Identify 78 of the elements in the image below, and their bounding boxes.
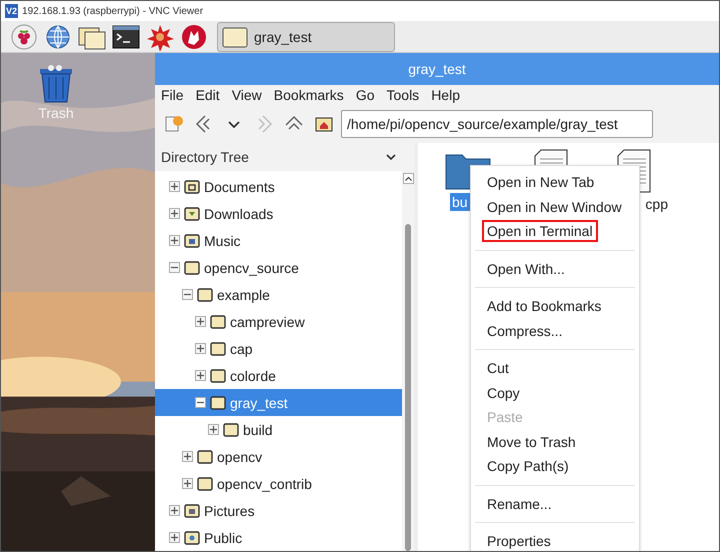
menu-item[interactable]: Cut xyxy=(482,357,514,380)
menu-item[interactable]: Go xyxy=(356,87,374,103)
folder-icon xyxy=(210,314,226,328)
chevron-icon[interactable] xyxy=(386,154,396,160)
tree-item[interactable]: opencv_contrib xyxy=(155,470,402,497)
scroll-up-icon[interactable] xyxy=(402,173,414,184)
tree-item[interactable]: opencv xyxy=(155,443,402,470)
expand-icon[interactable] xyxy=(169,208,180,219)
tree-item[interactable]: build xyxy=(155,416,402,443)
menu-item[interactable]: Compress... xyxy=(482,320,568,342)
folder-icon xyxy=(197,450,213,464)
folder-icon xyxy=(197,288,213,302)
folder-icon xyxy=(184,260,200,274)
burst-icon[interactable] xyxy=(145,22,175,50)
menu-item[interactable]: Open in New Window xyxy=(482,196,627,218)
download-folder-icon xyxy=(184,206,200,220)
taskbar-button[interactable]: gray_test xyxy=(217,22,395,52)
menu-item[interactable]: Open in New Tab xyxy=(482,171,600,194)
tree-item[interactable]: example xyxy=(155,281,402,308)
collapse-icon[interactable] xyxy=(182,289,193,300)
folder-icon xyxy=(184,504,200,518)
terminal-icon[interactable] xyxy=(111,22,141,50)
tree-item[interactable]: cap xyxy=(155,335,402,362)
tree-item[interactable]: Documents xyxy=(155,173,402,200)
folder-icon xyxy=(184,530,200,544)
menu-item[interactable]: Rename... xyxy=(482,492,557,515)
expand-icon[interactable] xyxy=(182,451,193,462)
expand-icon[interactable] xyxy=(182,478,193,489)
trash-icon xyxy=(37,65,75,103)
expand-icon[interactable] xyxy=(195,343,206,354)
menu-item[interactable]: Copy Path(s) xyxy=(482,455,574,478)
menu-item[interactable]: Add to Bookmarks xyxy=(482,295,606,318)
app-logo: V2 xyxy=(5,4,18,18)
window-title: gray_test xyxy=(155,53,719,85)
menu-item[interactable]: Copy xyxy=(482,382,525,404)
folder-icon xyxy=(210,342,226,356)
expand-icon[interactable] xyxy=(169,532,180,543)
raspberry-icon[interactable] xyxy=(9,22,39,50)
file-name[interactable]: bu xyxy=(450,193,470,211)
tree-item[interactable]: Public xyxy=(155,524,402,551)
menu-item[interactable]: Tools xyxy=(386,87,420,103)
tree-item[interactable]: gray_test xyxy=(155,389,402,416)
file-name[interactable]: cpp xyxy=(643,195,670,213)
scrollbar-thumb[interactable] xyxy=(405,224,411,551)
sidebar-title: Directory Tree xyxy=(161,149,249,165)
folder-icon xyxy=(197,476,213,490)
wolf-icon[interactable] xyxy=(179,22,209,50)
menu-item[interactable]: Bookmarks xyxy=(274,87,344,103)
collapse-icon[interactable] xyxy=(169,262,180,273)
tree-item[interactable]: Music xyxy=(155,227,402,254)
menu-item[interactable]: Properties xyxy=(482,530,556,551)
collapse-icon[interactable] xyxy=(195,397,206,408)
folder-icon xyxy=(184,180,200,194)
window-title: 192.168.1.93 (raspberrypi) - VNC Viewer xyxy=(22,6,204,16)
path-field[interactable]: /home/pi/opencv_source/example/gray_test xyxy=(341,110,653,138)
expand-icon[interactable] xyxy=(169,235,180,246)
menu-item[interactable]: Open With... xyxy=(482,258,570,280)
menu-item[interactable]: Open in Terminal xyxy=(482,220,598,242)
menu-item[interactable]: Edit xyxy=(196,87,220,103)
music-folder-icon xyxy=(184,234,200,248)
tree-item[interactable]: opencv_source xyxy=(155,254,402,281)
folder-icon xyxy=(223,422,239,436)
menu-item[interactable]: View xyxy=(232,87,262,103)
folder-icon xyxy=(222,26,248,48)
tree-item[interactable]: Downloads xyxy=(155,200,402,227)
expand-icon[interactable] xyxy=(195,316,206,327)
tree-item[interactable]: Pictures xyxy=(155,497,402,524)
menu-item[interactable]: Move to Trash xyxy=(482,430,581,453)
menu-item[interactable]: File xyxy=(161,87,184,103)
tree-item[interactable]: campreview xyxy=(155,308,402,335)
menu-item[interactable]: Help xyxy=(431,87,460,103)
expand-icon[interactable] xyxy=(195,370,206,381)
tree-item[interactable]: colorde xyxy=(155,362,402,389)
expand-icon[interactable] xyxy=(169,505,180,516)
expand-icon[interactable] xyxy=(169,181,180,192)
expand-icon[interactable] xyxy=(208,424,219,435)
folder-icon xyxy=(210,396,226,410)
folder-icon xyxy=(210,368,226,382)
